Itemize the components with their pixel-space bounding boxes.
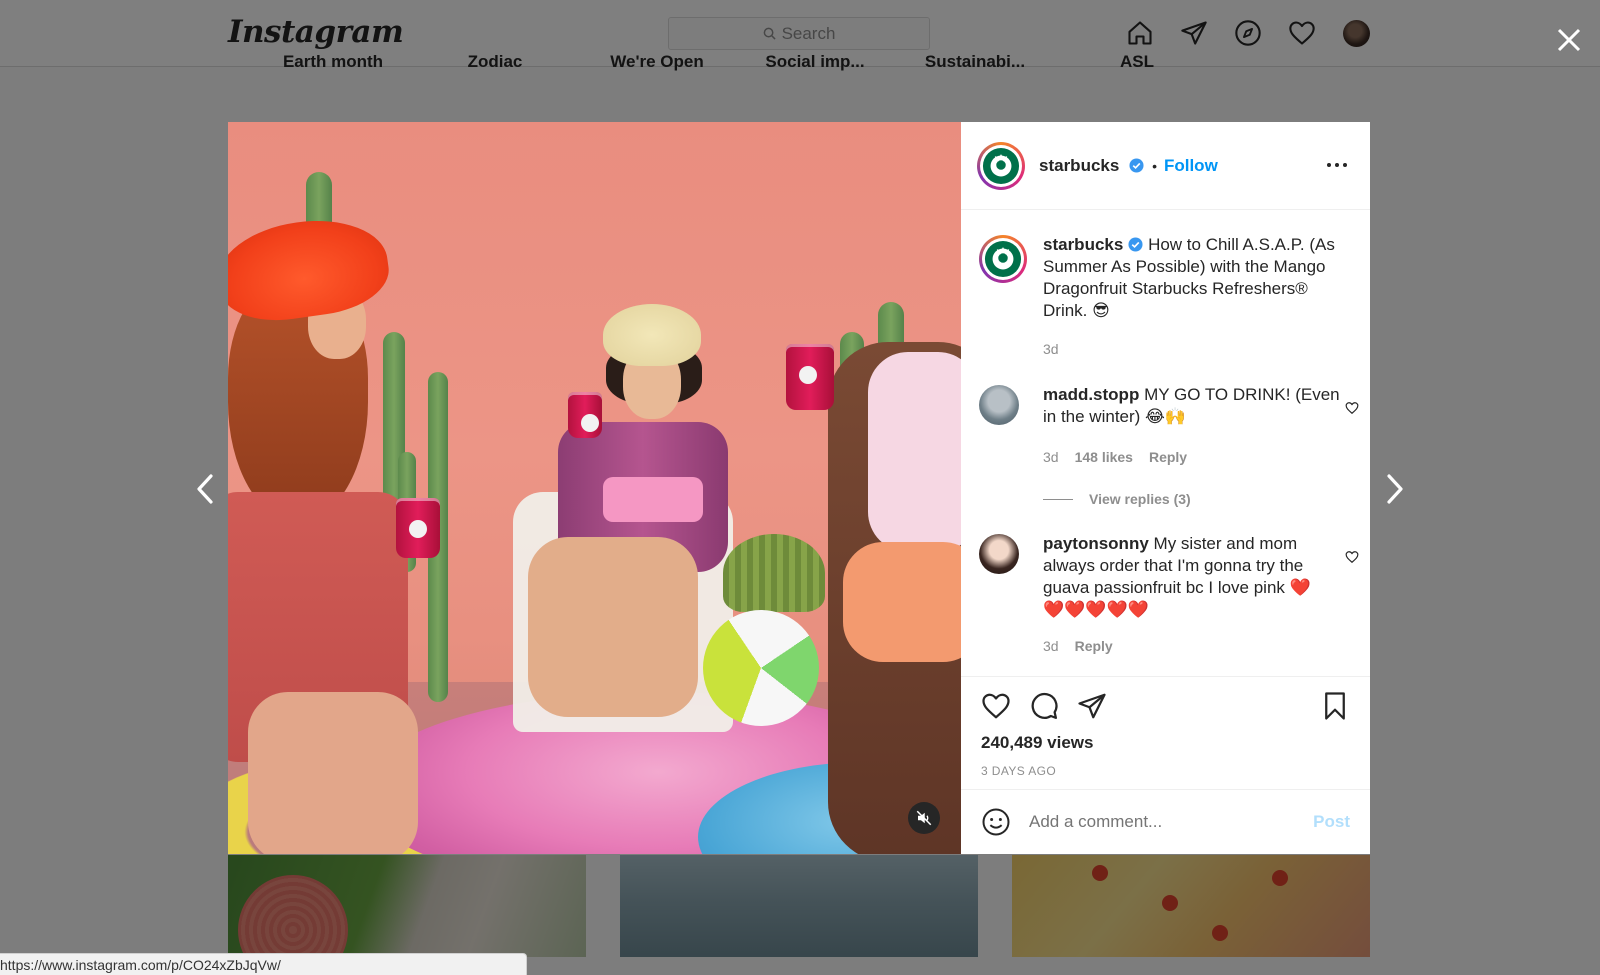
more-options-icon[interactable] [1324, 152, 1350, 178]
post-side-panel: starbucks • Follow starbucks How to Chil… [961, 122, 1370, 854]
mute-button[interactable] [908, 802, 940, 834]
caption-time[interactable]: 3d [1043, 341, 1059, 357]
post-video[interactable] [228, 122, 961, 854]
view-replies-label: View replies (3) [1089, 491, 1191, 507]
comment-likes-count[interactable]: 148 likes [1075, 449, 1133, 465]
view-replies-button[interactable]: View replies (3) [1043, 491, 1191, 507]
caption-username[interactable]: starbucks [1043, 235, 1123, 254]
chevron-left-icon[interactable] [192, 472, 218, 506]
share-direct-icon[interactable] [1077, 691, 1107, 721]
views-count[interactable]: 240,489 views [981, 733, 1093, 753]
starbucks-siren-logo [984, 240, 1022, 278]
comment-username[interactable]: paytonsonny [1043, 534, 1149, 553]
link-status-bar: https://www.instagram.com/p/CO24xZbJqVw/ [0, 953, 527, 975]
follow-button[interactable]: Follow [1164, 156, 1218, 176]
add-comment-bar: Post [961, 789, 1370, 854]
emoji-smiley-icon[interactable] [981, 807, 1011, 837]
separator-dot: • [1152, 157, 1157, 174]
post-timestamp[interactable]: 3 DAYS AGO [981, 764, 1056, 778]
comment-time[interactable]: 3d [1043, 449, 1059, 465]
add-comment-input[interactable] [1027, 811, 1314, 833]
comment-like-heart-icon[interactable] [1345, 550, 1359, 564]
action-icons [981, 691, 1107, 721]
reply-button[interactable]: Reply [1075, 638, 1113, 654]
close-icon[interactable] [1553, 24, 1585, 56]
verified-badge-icon [1129, 157, 1144, 173]
starbucks-avatar[interactable] [977, 141, 1025, 190]
post-actions: 240,489 views 3 DAYS AGO [961, 676, 1370, 787]
comment-time[interactable]: 3d [1043, 638, 1059, 654]
post-header: starbucks • Follow [961, 122, 1370, 210]
comment-username[interactable]: madd.stopp [1043, 385, 1139, 404]
post-author-username[interactable]: starbucks [1039, 156, 1144, 176]
comment-bubble-icon[interactable] [1029, 691, 1059, 721]
starbucks-siren-logo [982, 147, 1020, 184]
commenter-avatar[interactable] [979, 534, 1019, 574]
post-modal: starbucks • Follow starbucks How to Chil… [228, 122, 1370, 854]
like-heart-icon[interactable] [981, 691, 1011, 721]
chevron-right-icon[interactable] [1382, 472, 1408, 506]
verified-badge-icon [1128, 237, 1143, 252]
save-bookmark-icon[interactable] [1320, 691, 1350, 721]
starbucks-avatar[interactable] [979, 235, 1027, 283]
comment-like-heart-icon[interactable] [1345, 401, 1359, 415]
replies-divider-line [1043, 498, 1073, 500]
muted-speaker-icon [916, 810, 932, 826]
post-comment-button[interactable]: Post [1313, 812, 1350, 832]
reply-button[interactable]: Reply [1149, 449, 1187, 465]
commenter-avatar[interactable] [979, 385, 1019, 425]
